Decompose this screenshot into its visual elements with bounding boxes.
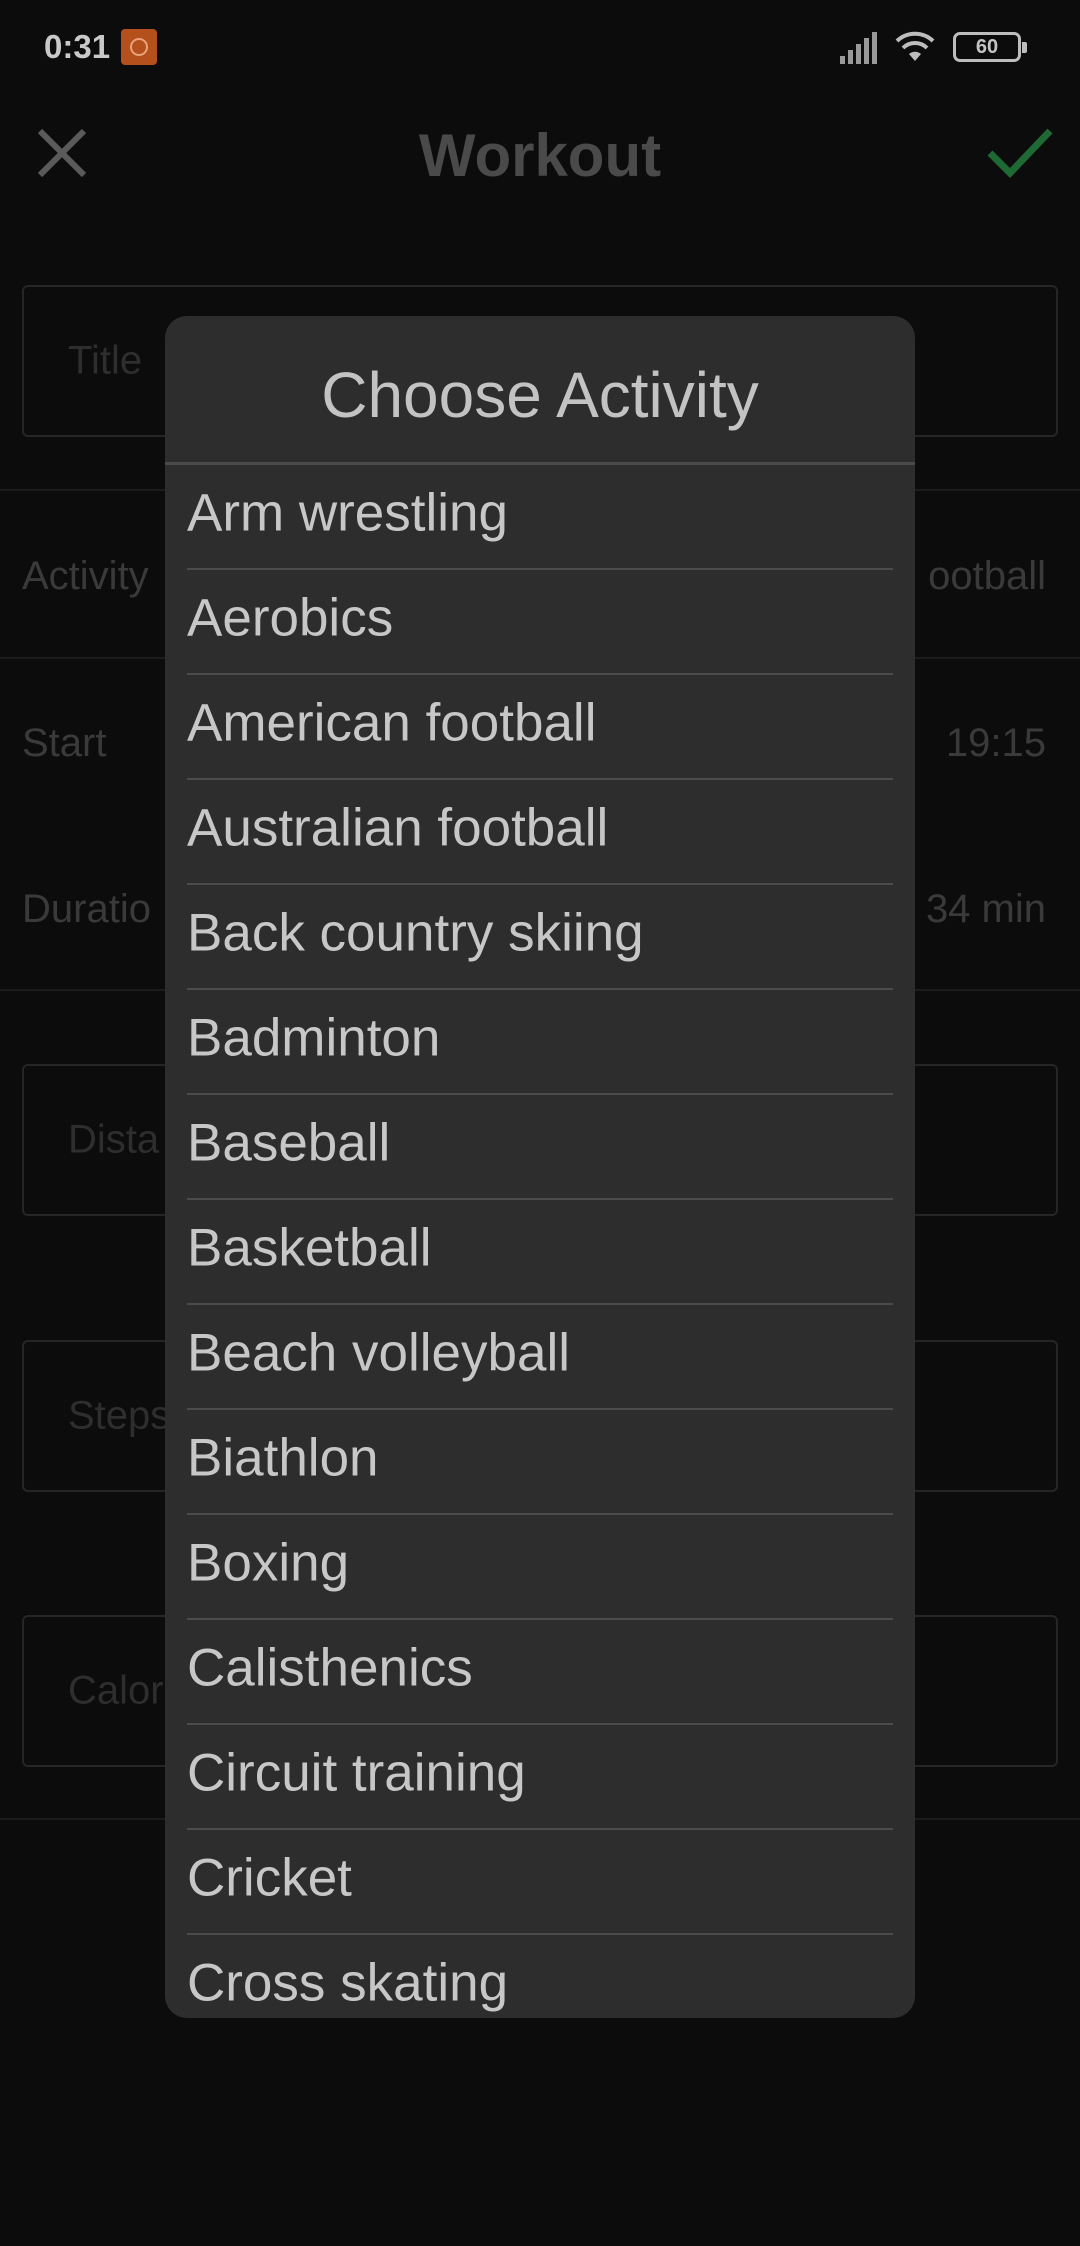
list-item-label: Australian football	[187, 798, 609, 858]
list-item[interactable]: Arm wrestling	[187, 465, 893, 570]
list-item-label: Badminton	[187, 1008, 441, 1068]
list-item[interactable]: Back country skiing	[187, 885, 893, 990]
list-item-label: Cross skating	[187, 1953, 509, 2013]
list-item[interactable]: Badminton	[187, 990, 893, 1095]
list-item[interactable]: Australian football	[187, 780, 893, 885]
list-item[interactable]: Boxing	[187, 1515, 893, 1620]
activity-list[interactable]: Arm wrestling Aerobics American football…	[187, 465, 893, 2018]
list-item-label: Basketball	[187, 1218, 432, 1278]
list-item-label: American football	[187, 693, 597, 753]
list-item-label: Circuit training	[187, 1743, 526, 1803]
list-item[interactable]: Calisthenics	[187, 1620, 893, 1725]
list-item-label: Aerobics	[187, 588, 394, 648]
workout-screen: 0:31 60 Workout Title Activity ootball S…	[0, 0, 1080, 2246]
dialog-title: Choose Activity	[321, 359, 759, 431]
list-item[interactable]: Baseball	[187, 1095, 893, 1200]
list-item[interactable]: Biathlon	[187, 1410, 893, 1515]
list-item[interactable]: Basketball	[187, 1200, 893, 1305]
list-item[interactable]: Aerobics	[187, 570, 893, 675]
list-item-label: Arm wrestling	[187, 483, 509, 543]
list-item-label: Beach volleyball	[187, 1323, 571, 1383]
list-item-label: Biathlon	[187, 1428, 379, 1488]
list-item[interactable]: Circuit training	[187, 1725, 893, 1830]
list-item-label: Cricket	[187, 1848, 352, 1908]
list-item[interactable]: American football	[187, 675, 893, 780]
choose-activity-dialog: Choose Activity Arm wrestling Aerobics A…	[165, 316, 915, 2018]
list-item-label: Boxing	[187, 1533, 350, 1593]
list-item-label: Calisthenics	[187, 1638, 473, 1698]
list-item[interactable]: Cricket	[187, 1830, 893, 1935]
list-item[interactable]: Cross skating	[187, 1935, 893, 2018]
list-item[interactable]: Beach volleyball	[187, 1305, 893, 1410]
list-item-label: Baseball	[187, 1113, 391, 1173]
list-item-label: Back country skiing	[187, 903, 644, 963]
